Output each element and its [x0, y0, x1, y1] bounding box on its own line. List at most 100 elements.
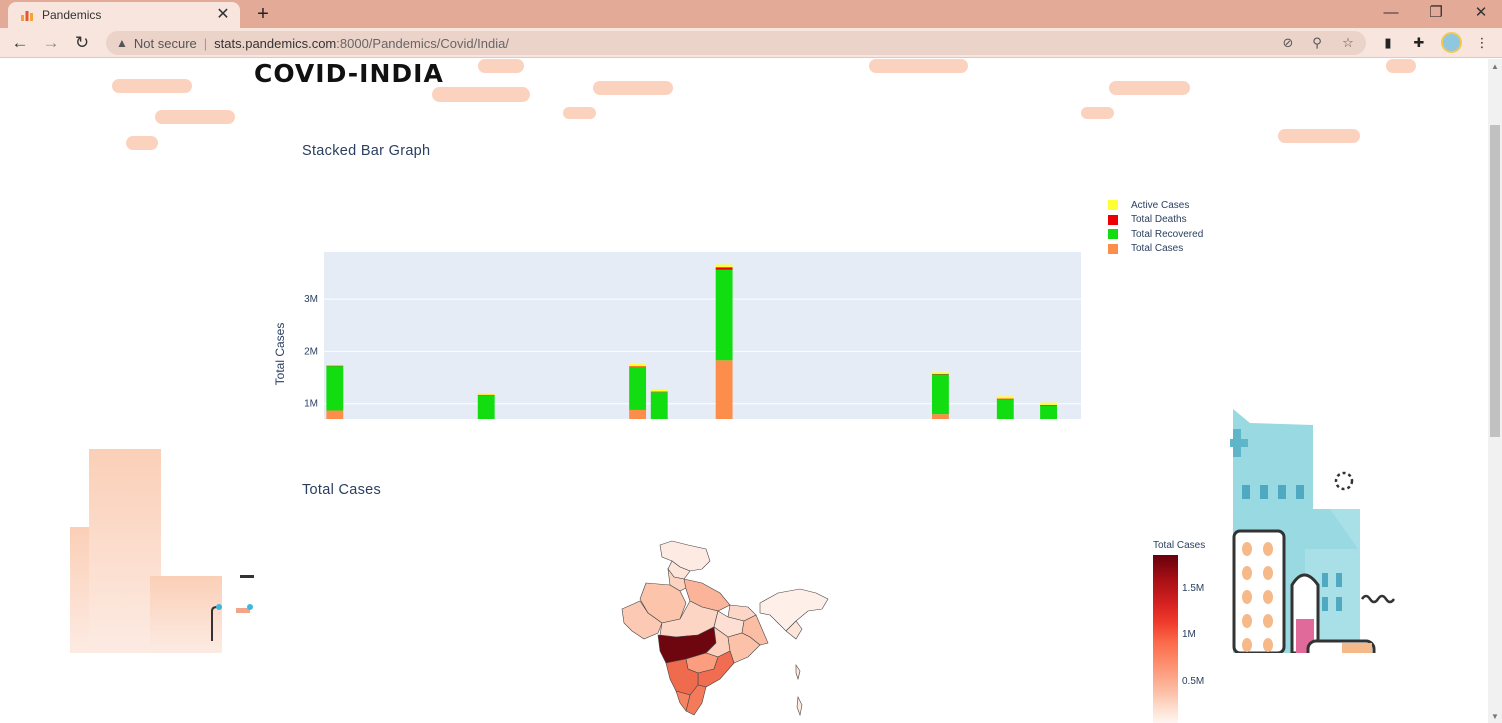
- bar-segment: [326, 365, 344, 367]
- bar-segment: [326, 410, 344, 419]
- bar-segment: [650, 391, 668, 393]
- star-icon[interactable]: ☆: [1338, 34, 1358, 52]
- bar-segment: [650, 392, 668, 419]
- minimize-icon[interactable]: —: [1376, 2, 1406, 24]
- reload-icon[interactable]: ↻: [70, 32, 94, 54]
- map-title: Total Cases: [302, 482, 382, 498]
- scrollbar-thumb[interactable]: [1490, 125, 1500, 437]
- bar-chart-favicon-icon: [21, 11, 33, 21]
- bar-segment: [629, 363, 647, 367]
- colorbar: [1153, 555, 1178, 723]
- forward-icon[interactable]: →: [39, 32, 63, 54]
- bar-chart-legend: Active Cases Total Deaths Total Recovered T…: [1108, 198, 1203, 256]
- stacked-bar-chart: 01M2M3MStatesTotal Cases: [273, 252, 1081, 419]
- buildings-illustration: [70, 449, 254, 653]
- y-tick-label: 3M: [304, 294, 318, 305]
- map-region[interactable]: [796, 695, 803, 717]
- legend-swatch: [1108, 214, 1118, 225]
- bar-segment: [629, 409, 647, 419]
- decor-cloud: [563, 107, 596, 119]
- scroll-down-icon[interactable]: ▼: [1491, 712, 1499, 721]
- scroll-up-icon[interactable]: ▲: [1491, 62, 1499, 71]
- legend-label: Active Cases: [1131, 199, 1190, 211]
- bar-segment: [1040, 404, 1057, 406]
- page-content: COVID-INDIA Stacked Bar Graph 01M2M3MSta…: [0, 59, 1488, 723]
- bar-chart-title: Stacked Bar Graph: [302, 143, 431, 159]
- browser-tab-pandemics[interactable]: Pandemics ✕: [8, 2, 240, 28]
- decor-cloud: [1109, 81, 1190, 95]
- bar-segment: [629, 366, 647, 368]
- india-choropleth-map[interactable]: [610, 539, 840, 723]
- plot-area: [324, 252, 1081, 419]
- decor-cloud: [593, 81, 673, 95]
- bar-segment: [326, 364, 344, 366]
- bar-segment: [996, 396, 1014, 399]
- tab-title: Pandemics: [42, 8, 102, 22]
- new-tab-button[interactable]: +: [252, 3, 274, 25]
- legend-label: Total Recovered: [1131, 228, 1204, 240]
- bar-segment: [715, 360, 733, 419]
- bar-segment: [931, 414, 949, 419]
- legend-label: Total Deaths: [1131, 214, 1187, 226]
- bar-segment: [1040, 405, 1057, 419]
- tab-close-icon[interactable]: ✕: [214, 7, 232, 23]
- map-region[interactable]: [659, 540, 711, 572]
- y-tick-label: 2M: [304, 346, 318, 357]
- decor-cloud: [126, 136, 158, 150]
- window-close-icon[interactable]: ✕: [1466, 2, 1496, 24]
- decor-cloud: [1081, 107, 1114, 119]
- security-label: Not secure: [133, 35, 197, 51]
- bar-segment: [326, 366, 344, 411]
- bar-segment: [931, 374, 949, 415]
- block-icon[interactable]: ⊘: [1278, 34, 1298, 52]
- zoom-icon[interactable]: ⚲: [1307, 34, 1327, 52]
- profile-avatar[interactable]: [1441, 32, 1462, 53]
- decor-cloud: [432, 87, 530, 102]
- restore-icon[interactable]: ❐: [1421, 2, 1451, 24]
- legend-item[interactable]: Total Cases: [1108, 242, 1203, 257]
- bar-segment: [1040, 402, 1057, 405]
- bar-segment: [715, 267, 733, 270]
- decor-cloud: [155, 110, 235, 124]
- extension-icon[interactable]: ▮: [1378, 34, 1398, 52]
- bar-segment: [931, 372, 949, 374]
- y-axis-title: Total Cases: [273, 323, 287, 386]
- legend-swatch: [1108, 200, 1118, 211]
- bar-segment: [715, 269, 733, 361]
- hospital-illustration: [1230, 409, 1396, 653]
- bar-segment: [650, 389, 668, 392]
- legend-item[interactable]: Total Deaths: [1108, 213, 1203, 228]
- bar-segment: [477, 395, 495, 419]
- address-bar[interactable]: ▲ Not secure | stats.pandemics.com:8000/…: [106, 31, 1366, 55]
- y-tick-label: 1M: [304, 399, 318, 410]
- browser-toolbar: ← → ↻ ▲ Not secure | stats.pandemics.com…: [0, 28, 1502, 58]
- colorbar-tick: 1.5M: [1182, 583, 1205, 594]
- legend-item[interactable]: Active Cases: [1108, 198, 1203, 213]
- legend-item[interactable]: Total Recovered: [1108, 227, 1203, 242]
- legend-swatch: [1108, 229, 1118, 240]
- decor-cloud: [1278, 129, 1360, 143]
- colorbar-title: Total Cases: [1153, 540, 1206, 551]
- bar-segment: [715, 264, 733, 268]
- legend-label: Total Cases: [1131, 243, 1184, 255]
- back-icon[interactable]: ←: [8, 32, 32, 54]
- url-path: :8000/Pandemics/Covid/India/: [336, 35, 509, 51]
- decor-cloud: [1386, 59, 1416, 73]
- tab-strip: Pandemics ✕ + — ❐ ✕: [0, 0, 1502, 28]
- decor-cloud: [869, 59, 968, 73]
- bar-segment: [477, 393, 495, 395]
- vertical-scrollbar[interactable]: ▲ ▼: [1488, 59, 1502, 723]
- page-title: COVID-INDIA: [254, 59, 444, 88]
- puzzle-icon[interactable]: ✚: [1409, 34, 1429, 52]
- colorbar-tick: 1M: [1182, 629, 1196, 640]
- url-host: stats.pandemics.com: [214, 35, 337, 51]
- decor-cloud: [478, 59, 524, 73]
- bar-segment: [996, 398, 1014, 400]
- decor-cloud: [112, 79, 192, 93]
- map-region[interactable]: [795, 664, 801, 681]
- address-separator: |: [203, 35, 208, 51]
- bar-segment: [477, 394, 495, 396]
- bar-segment: [629, 367, 647, 410]
- menu-icon[interactable]: ⋮: [1472, 34, 1492, 52]
- warning-icon: ▲: [116, 36, 128, 50]
